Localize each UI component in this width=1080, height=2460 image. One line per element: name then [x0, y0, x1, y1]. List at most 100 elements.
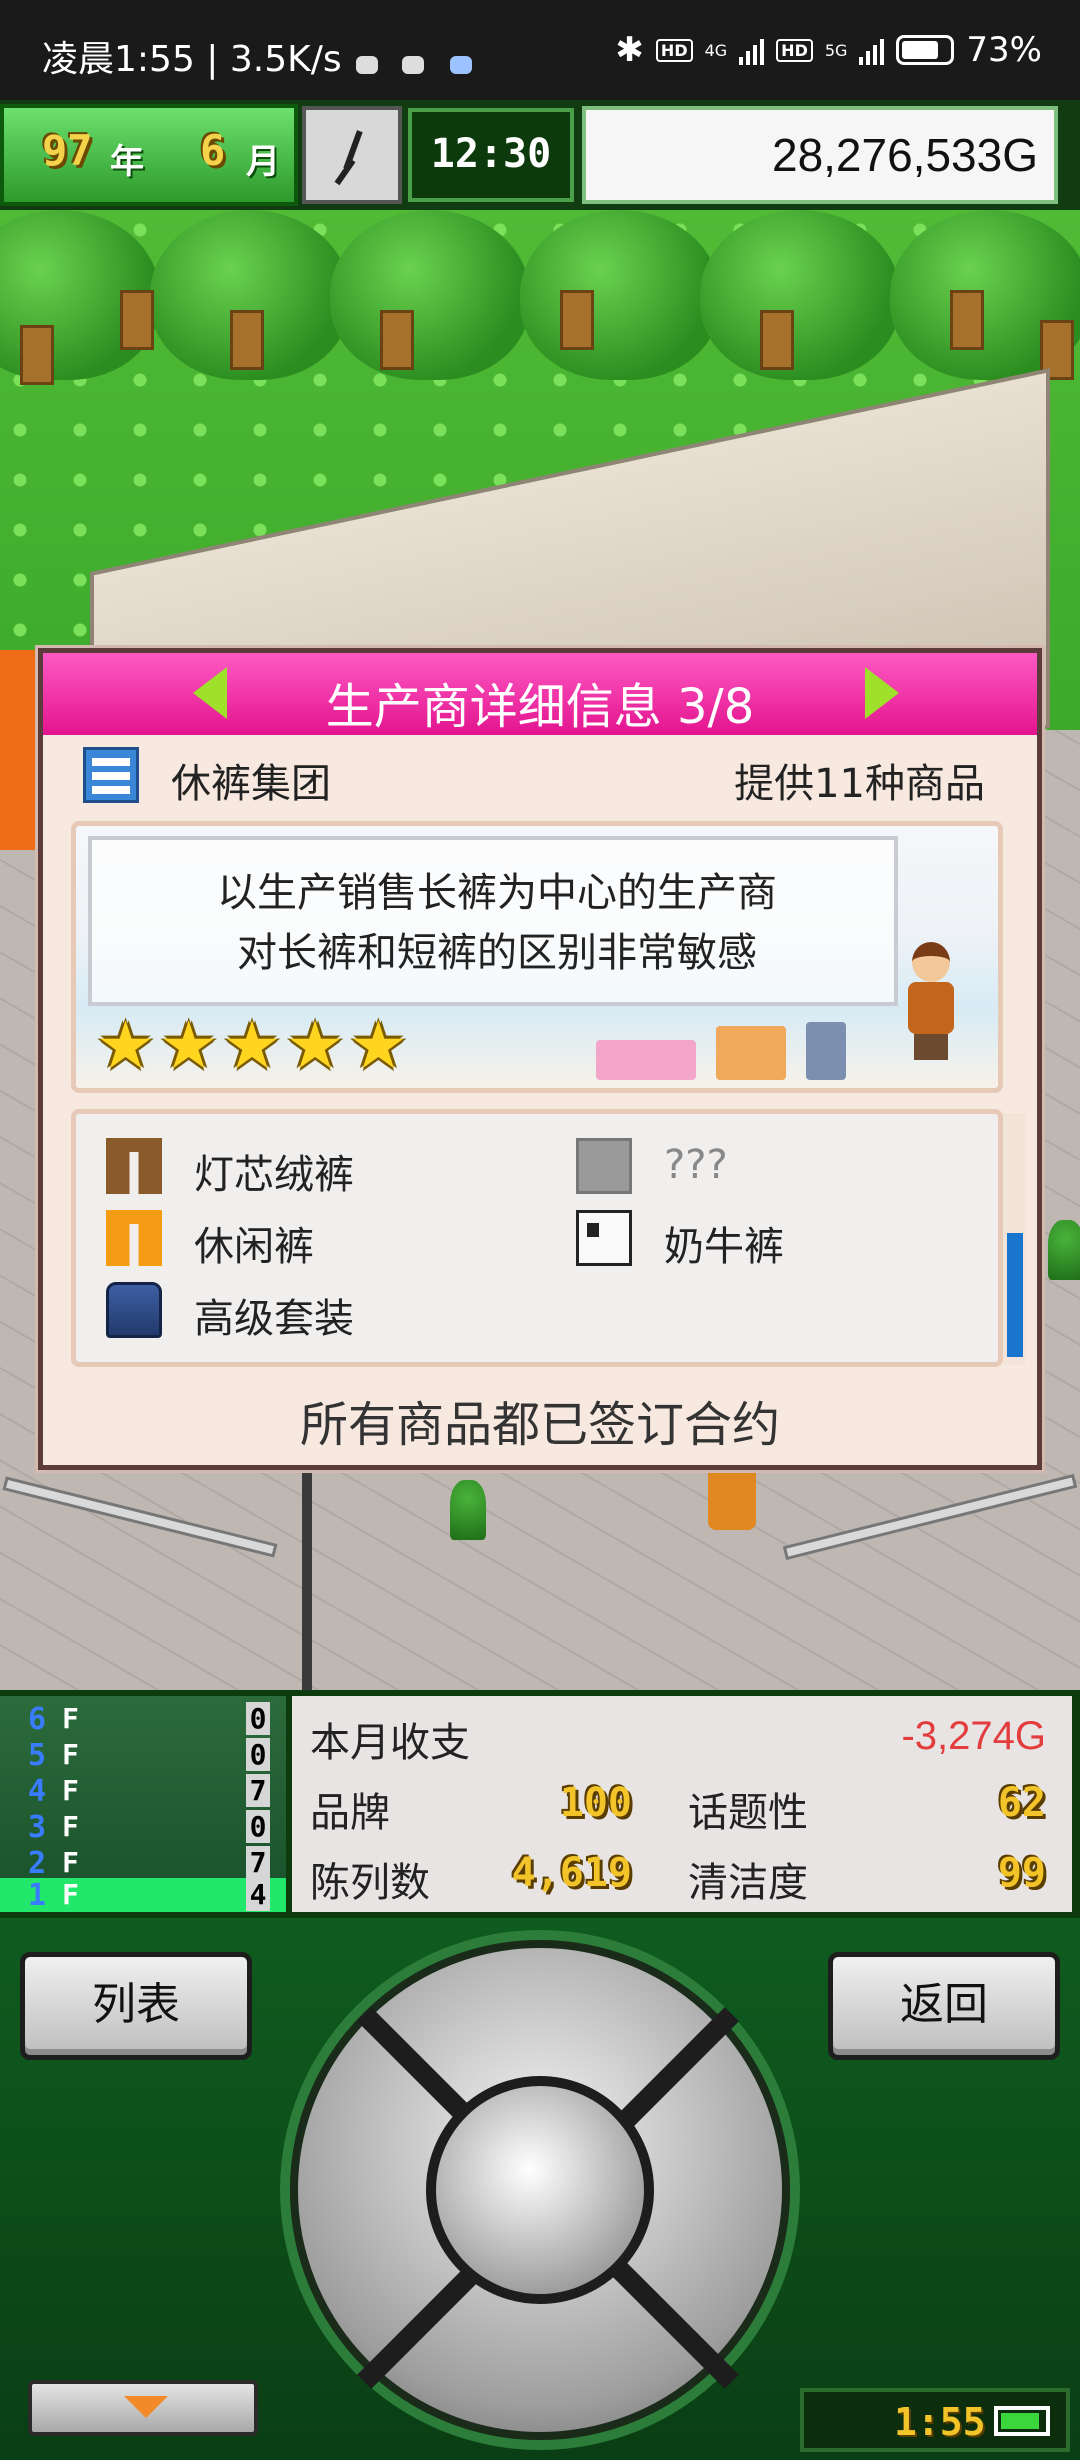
tree-icon: [520, 210, 720, 380]
floor-number: 5: [28, 1738, 47, 1773]
goods-list[interactable]: 灯芯绒裤 ??? 休闲裤 奶牛裤 高级套装: [71, 1109, 1003, 1367]
battery-percent: 73%: [966, 30, 1042, 70]
monthly-value: -3,274G: [901, 1714, 1046, 1758]
brand-value: 100: [559, 1780, 632, 1826]
list-button[interactable]: 列表: [20, 1952, 252, 2060]
game-time: 12:30: [408, 108, 574, 202]
display-label: 陈列数: [310, 1860, 430, 1906]
floor-list[interactable]: 6 F 0 5 F 0 4 F 7 3 F 0 2 F 7 1 F 4: [0, 1696, 286, 1913]
list-item[interactable]: 奶牛裤: [576, 1208, 976, 1270]
goods-label: 休闲裤: [194, 1224, 314, 1270]
tree-icon: [700, 210, 900, 380]
floor-count: 4: [246, 1878, 270, 1911]
store-wall: [0, 650, 40, 850]
year-label: 年: [110, 142, 144, 182]
maker-row: 休裤集团 提供11种商品: [43, 735, 1037, 811]
goods-scrollbar[interactable]: [1003, 1113, 1025, 1365]
hd-badge: HD: [776, 38, 813, 62]
floor-row[interactable]: 2 F 7: [0, 1846, 286, 1881]
brown-pants-icon: [106, 1138, 162, 1194]
notification-icon: [402, 56, 424, 74]
floor-label: F: [62, 1846, 79, 1879]
money-display: 28,276,533G: [582, 106, 1058, 204]
signal-icon: [739, 35, 765, 65]
floor-row[interactable]: 6 F 0: [0, 1702, 286, 1737]
description-line-1: 以生产销售长裤为中心的生产商: [217, 870, 777, 916]
star-icon: ★: [159, 1007, 219, 1084]
tree-icon: [330, 210, 530, 380]
suit-icon: [106, 1282, 162, 1338]
floor-row-active[interactable]: 1 F 4: [0, 1878, 286, 1913]
goods-label: 灯芯绒裤: [194, 1152, 354, 1198]
shelf-goods: [806, 1022, 846, 1080]
mini-clock: 1:55: [800, 2388, 1070, 2452]
back-button[interactable]: 返回: [828, 1952, 1060, 2060]
control-pad: 列表 返回 1:55: [0, 1918, 1080, 2460]
floor-count: 7: [246, 1846, 270, 1879]
rating-stars: ★ ★ ★ ★ ★: [96, 1012, 408, 1080]
floor-number: 3: [28, 1810, 47, 1845]
scrollbar-thumb[interactable]: [1007, 1233, 1023, 1357]
floor-count: 7: [246, 1774, 270, 1807]
mini-time: 1:55: [894, 2400, 986, 2444]
month-label: 月: [246, 142, 280, 182]
notification-icon: [356, 56, 378, 74]
notification-icon: [450, 56, 472, 74]
battery-icon: [896, 35, 955, 65]
goods-label: 奶牛裤: [664, 1224, 784, 1270]
floor-row[interactable]: 4 F 7: [0, 1774, 286, 1809]
next-arrow-icon[interactable]: [865, 667, 899, 719]
clean-value: 99: [997, 1850, 1046, 1896]
status-time: 凌晨1:55 | 3.5K/s: [42, 39, 342, 80]
date-panel: 97 年 6 月: [0, 104, 298, 206]
description-panel: 以生产销售长裤为中心的生产商 对长裤和短裤的区别非常敏感: [88, 836, 898, 1006]
star-icon: ★: [222, 1007, 282, 1084]
monthly-label: 本月收支: [310, 1720, 470, 1766]
list-item[interactable]: ???: [576, 1136, 976, 1198]
shelf-goods: [596, 1040, 696, 1080]
list-item[interactable]: 休闲裤: [106, 1208, 526, 1270]
floor-row[interactable]: 3 F 0: [0, 1810, 286, 1845]
potted-plant: [1048, 1220, 1080, 1280]
description-box: 以生产销售长裤为中心的生产商 对长裤和短裤的区别非常敏感 ★ ★ ★ ★ ★: [71, 821, 1003, 1093]
floor-row[interactable]: 5 F 0: [0, 1738, 286, 1773]
tree-trunk: [950, 290, 984, 350]
clock-icon: [302, 106, 402, 204]
floor-count: 0: [246, 1702, 270, 1735]
list-item[interactable]: 高级套装: [106, 1280, 526, 1342]
brand-label: 品牌: [310, 1790, 390, 1836]
year-value: 97: [42, 126, 93, 175]
floor-number: 6: [28, 1702, 47, 1737]
list-item[interactable]: 灯芯绒裤: [106, 1136, 526, 1198]
floor-number: 2: [28, 1846, 47, 1881]
clean-label: 清洁度: [688, 1860, 808, 1906]
topic-label: 话题性: [688, 1790, 808, 1836]
product-count: 提供11种商品: [734, 761, 985, 807]
tree-trunk: [120, 290, 154, 350]
description-line-2: 对长裤和短裤的区别非常敏感: [237, 930, 757, 976]
game-hud: 97 年 6 月 12:30 28,276,533G: [0, 100, 1080, 210]
orange-pants-icon: [106, 1210, 162, 1266]
factory-icon: [83, 747, 139, 803]
contract-status: 所有商品都已签订合约: [299, 1397, 780, 1453]
potted-plant: [450, 1480, 486, 1540]
shelf-goods: [716, 1026, 786, 1080]
dpad-center-button[interactable]: [426, 2076, 654, 2304]
floor-count: 0: [246, 1810, 270, 1843]
floor-label: F: [62, 1738, 79, 1771]
month-value: 6: [200, 126, 226, 175]
floor-label: F: [62, 1810, 79, 1843]
tree-trunk: [380, 310, 414, 370]
shopkeeper-character: [902, 942, 958, 1060]
star-icon: ★: [348, 1007, 408, 1084]
tree-trunk: [230, 310, 264, 370]
star-icon: ★: [285, 1007, 345, 1084]
dpad[interactable]: [290, 1940, 790, 2440]
floor-number: 1: [28, 1878, 47, 1913]
unknown-item-icon: [576, 1138, 632, 1194]
goods-label: ???: [664, 1142, 728, 1188]
floor-label: F: [62, 1774, 79, 1807]
collapse-down-button[interactable]: [28, 2380, 258, 2436]
maker-info-dialog: 生产商详细信息 3/8 休裤集团 提供11种商品 以生产销售长裤为中心的生产商 …: [38, 648, 1042, 1470]
dialog-header: 生产商详细信息 3/8: [43, 653, 1037, 735]
